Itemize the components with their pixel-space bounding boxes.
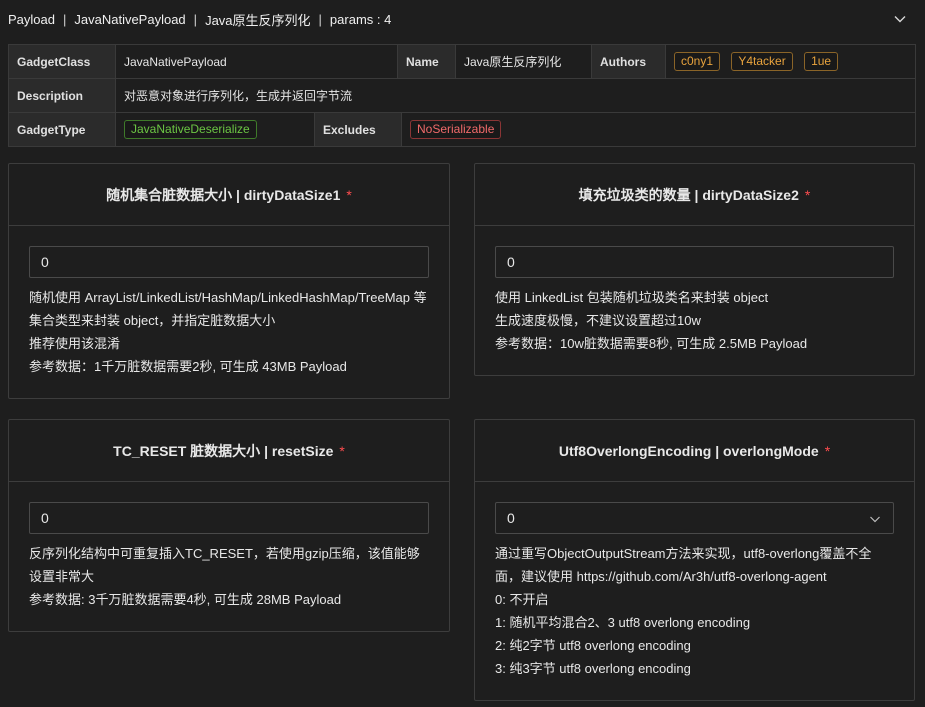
param-card-overlong-mode: Utf8OverlongEncoding | overlongMode * 0 … — [474, 419, 915, 701]
desc-line: 集合类型来封装 object，并指定脏数据大小 — [29, 313, 276, 328]
gadget-class-value: JavaNativePayload — [115, 44, 398, 79]
desc-line: 参考数据：10w脏数据需要8秒, 可生成 2.5MB Payload — [495, 336, 808, 351]
desc-line: 通过重写ObjectOutputStream方法来实现，utf8-overlon… — [495, 546, 872, 561]
author-tag: Y4tacker — [731, 52, 793, 71]
param-title: TC_RESET 脏数据大小 | resetSize * — [9, 420, 449, 482]
desc-line: 随机使用 ArrayList/LinkedList/HashMap/Linked… — [29, 290, 427, 305]
dirty-data-size1-input[interactable]: 0 — [29, 246, 429, 278]
dirty-data-size2-input[interactable]: 0 — [495, 246, 894, 278]
breadcrumb-separator: | — [193, 11, 198, 27]
breadcrumb-name: Java原生反序列化 — [205, 12, 311, 28]
excludes-tag: NoSerializable — [410, 120, 502, 139]
desc-line: 参考数据：1千万脏数据需要2秒, 可生成 43MB Payload — [29, 359, 347, 374]
desc-line: 0: 不开启 — [495, 592, 549, 607]
param-description: 通过重写ObjectOutputStream方法来实现，utf8-overlon… — [495, 542, 894, 680]
param-title-text: TC_RESET 脏数据大小 | resetSize — [113, 442, 334, 459]
breadcrumb-separator: | — [62, 11, 67, 27]
overlong-mode-select[interactable]: 0 — [495, 502, 894, 534]
breadcrumb-payload: Payload — [8, 11, 55, 27]
gadget-meta-table: GadgetClass JavaNativePayload Name Java原… — [8, 44, 916, 113]
desc-line: 1: 随机平均混合2、3 utf8 overlong encoding — [495, 615, 751, 630]
authors-cell: c0ny1 Y4tacker 1ue — [665, 44, 916, 79]
breadcrumb-class: JavaNativePayload — [74, 11, 186, 27]
gadget-type-tag: JavaNativeDeserialize — [124, 120, 257, 139]
gadget-type-label: GadgetType — [8, 112, 116, 147]
excludes-label: Excludes — [314, 112, 402, 147]
authors-label: Authors — [591, 44, 666, 79]
param-card-reset-size: TC_RESET 脏数据大小 | resetSize * 0 反序列化结构中可重… — [8, 419, 450, 632]
excludes-cell: NoSerializable — [401, 112, 916, 147]
name-label: Name — [397, 44, 456, 79]
gadget-class-label: GadgetClass — [8, 44, 116, 79]
author-tag: 1ue — [804, 52, 839, 71]
param-title: 填充垃圾类的数量 | dirtyDataSize2 * — [475, 164, 914, 226]
param-description: 随机使用 ArrayList/LinkedList/HashMap/Linked… — [29, 286, 429, 378]
param-card-dirty-data-size2: 填充垃圾类的数量 | dirtyDataSize2 * 0 使用 LinkedL… — [474, 163, 915, 376]
param-description: 反序列化结构中可重复插入TC_RESET，若使用gzip压缩，该值能够 设置非常… — [29, 542, 429, 611]
select-value: 0 — [507, 510, 515, 526]
breadcrumb-separator: | — [318, 11, 322, 27]
description-value: 对恶意对象进行序列化，生成并返回字节流 — [115, 78, 916, 113]
gadget-type-table: GadgetType JavaNativeDeserialize Exclude… — [8, 112, 916, 147]
required-marker: * — [346, 186, 352, 203]
desc-line: 使用 LinkedList 包装随机垃圾类名来封装 object — [495, 290, 769, 305]
chevron-down-icon — [870, 516, 880, 523]
param-description: 使用 LinkedList 包装随机垃圾类名来封装 object 生成速度极慢，… — [495, 286, 894, 355]
reset-size-input[interactable]: 0 — [29, 502, 429, 534]
desc-line: 反序列化结构中可重复插入TC_RESET，若使用gzip压缩，该值能够 — [29, 546, 420, 561]
param-title-text: 填充垃圾类的数量 | dirtyDataSize2 — [578, 186, 799, 203]
desc-line: 推荐使用该混淆 — [29, 336, 121, 351]
desc-line: 参考数据: 3千万脏数据需要4秒, 可生成 28MB Payload — [29, 592, 342, 607]
param-title: 随机集合脏数据大小 | dirtyDataSize1 * — [9, 164, 449, 226]
name-value: Java原生反序列化 — [455, 44, 592, 79]
desc-line: 设置非常大 — [29, 569, 95, 584]
desc-line: 2: 纯2字节 utf8 overlong encoding — [495, 638, 691, 653]
gadget-type-cell: JavaNativeDeserialize — [115, 112, 315, 147]
desc-line: 面，建议使用 https://github.com/Ar3h/utf8-over… — [495, 569, 827, 584]
required-marker: * — [824, 442, 831, 459]
author-tag: c0ny1 — [674, 52, 721, 71]
desc-line: 3: 纯3字节 utf8 overlong encoding — [495, 661, 691, 676]
param-title-text: Utf8OverlongEncoding | overlongMode — [558, 442, 819, 459]
required-marker: * — [804, 186, 811, 203]
breadcrumb-params: params : 4 — [329, 11, 392, 27]
param-title: Utf8OverlongEncoding | overlongMode * — [475, 420, 914, 482]
desc-line: 生成速度极慢，不建议设置超过10w — [495, 313, 701, 328]
required-marker: * — [339, 442, 345, 459]
param-card-dirty-data-size1: 随机集合脏数据大小 | dirtyDataSize1 * 0 随机使用 Arra… — [8, 163, 450, 399]
param-title-text: 随机集合脏数据大小 | dirtyDataSize1 — [106, 186, 341, 203]
chevron-down-icon[interactable] — [893, 12, 907, 26]
description-label: Description — [8, 78, 116, 113]
breadcrumb: Payload | JavaNativePayload | Java原生反序列化… — [0, 0, 925, 38]
